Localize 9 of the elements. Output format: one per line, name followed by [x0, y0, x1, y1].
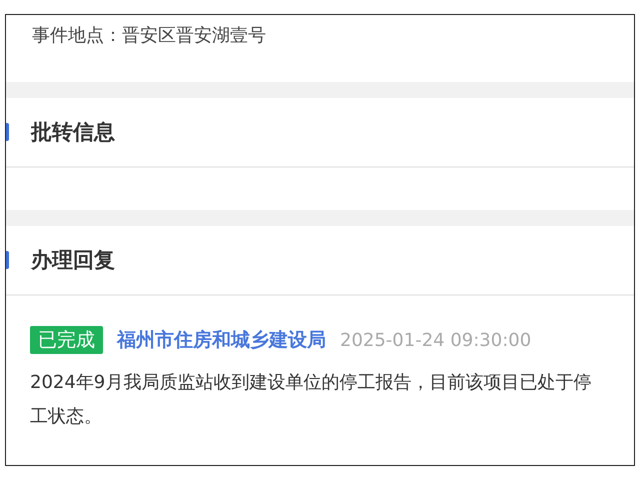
- status-tag: 已完成: [30, 326, 103, 354]
- section-title: 批转信息: [31, 119, 115, 146]
- department-name: 福州市住房和城乡建设局: [117, 328, 326, 353]
- section-title: 办理回复: [31, 247, 115, 274]
- location-text: 事件地点：晋安区晋安湖壹号: [32, 24, 267, 47]
- reply-content: 2024年9月我局质监站收到建设单位的停工报告，目前该项目已处于停工状态。: [30, 371, 592, 429]
- section-accent-bar: [6, 251, 9, 269]
- section-accent-bar: [6, 123, 9, 141]
- reply-time: 2025-01-24 09:30:00: [340, 330, 532, 350]
